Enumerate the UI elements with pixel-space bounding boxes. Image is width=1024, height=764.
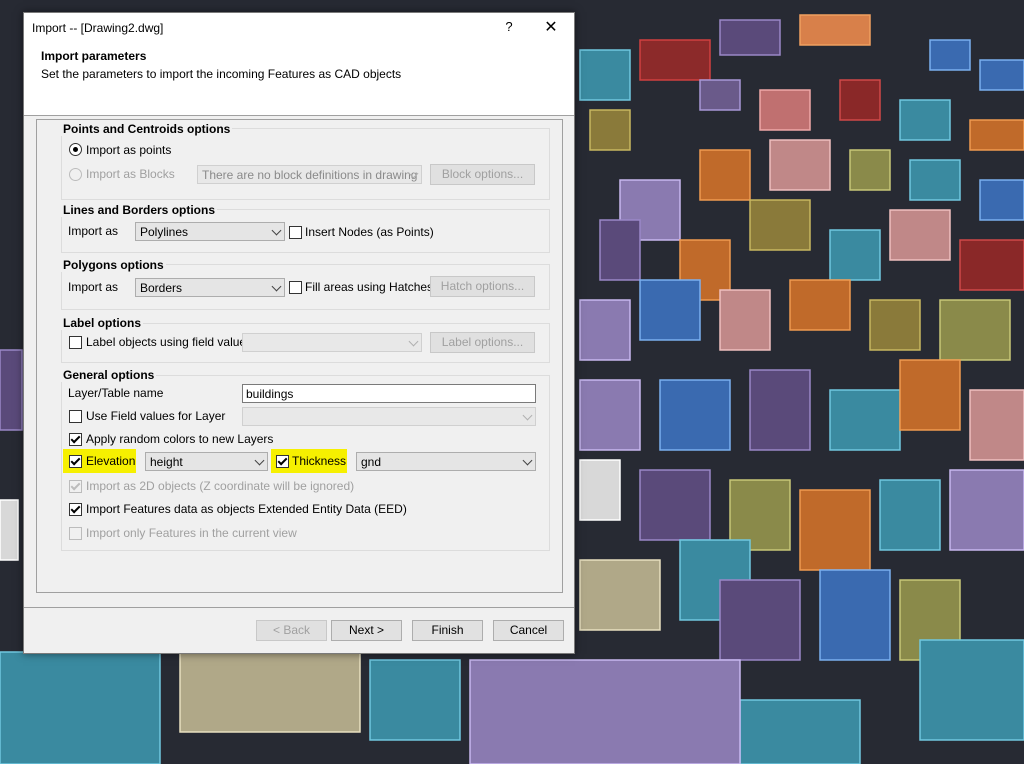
import-current-view-checkbox[interactable] [69, 527, 82, 540]
label-objects-checkbox[interactable] [69, 336, 82, 349]
chevron-down-icon [254, 455, 265, 466]
elevation-field-value: height [150, 455, 183, 469]
lines-import-as-select[interactable]: Polylines [135, 222, 285, 241]
label-options-button[interactable]: Label options... [430, 332, 535, 353]
hatch-options-button[interactable]: Hatch options... [430, 276, 535, 297]
use-field-values-checkbox[interactable] [69, 410, 82, 423]
general-group-title: General options [61, 368, 157, 382]
import-as-points-radio[interactable] [69, 143, 82, 156]
block-options-button[interactable]: Block options... [430, 164, 535, 185]
points-group-title: Points and Centroids options [61, 122, 233, 136]
elevation-label[interactable]: Elevation [86, 454, 135, 468]
thickness-checkbox[interactable] [276, 455, 289, 468]
chevron-down-icon [271, 225, 282, 236]
label-field-select[interactable] [242, 333, 422, 352]
chevron-down-icon [522, 410, 533, 421]
fill-areas-label[interactable]: Fill areas using Hatches [305, 280, 433, 294]
polygons-import-as-select[interactable]: Borders [135, 278, 285, 297]
lines-import-as-value: Polylines [140, 225, 189, 239]
lines-group-title: Lines and Borders options [61, 203, 218, 217]
finish-button[interactable]: Finish [412, 620, 483, 641]
thickness-field-select[interactable]: gnd [356, 452, 536, 471]
footer-divider [24, 607, 574, 608]
labels-group-title: Label options [61, 316, 143, 330]
window-title: Import -- [Drawing2.dwg] [32, 21, 164, 35]
insert-nodes-label[interactable]: Insert Nodes (as Points) [305, 225, 434, 239]
back-button[interactable]: < Back [256, 620, 327, 641]
header-title: Import parameters [41, 49, 147, 63]
import-2d-label[interactable]: Import as 2D objects (Z coordinate will … [86, 479, 354, 493]
title-bar: Import -- [Drawing2.dwg] ? ✕ [24, 13, 574, 43]
help-button[interactable]: ? [494, 19, 524, 34]
layer-field-select[interactable] [242, 407, 536, 426]
layer-name-label: Layer/Table name [68, 386, 164, 400]
insert-nodes-checkbox[interactable] [289, 226, 302, 239]
label-objects-label[interactable]: Label objects using field value [86, 335, 246, 349]
dialog-header: Import parameters Set the parameters to … [24, 43, 574, 116]
chevron-down-icon [408, 336, 419, 347]
thickness-field-value: gnd [361, 455, 382, 469]
layer-name-input[interactable]: buildings [242, 384, 536, 403]
fill-areas-checkbox[interactable] [289, 281, 302, 294]
elevation-checkbox[interactable] [69, 455, 82, 468]
elevation-field-select[interactable]: height [145, 452, 268, 471]
import-as-points-label[interactable]: Import as points [86, 143, 171, 157]
random-colors-checkbox[interactable] [69, 433, 82, 446]
polygons-import-as-label: Import as [68, 280, 119, 294]
options-panel: Points and Centroids options Import as p… [36, 119, 563, 593]
random-colors-label[interactable]: Apply random colors to new Layers [86, 432, 273, 446]
lines-import-as-label: Import as [68, 224, 119, 238]
cancel-button[interactable]: Cancel [493, 620, 564, 641]
import-as-blocks-label[interactable]: Import as Blocks [86, 167, 175, 181]
import-eed-checkbox[interactable] [69, 503, 82, 516]
chevron-down-icon [271, 281, 282, 292]
thickness-label[interactable]: Thickness [292, 454, 346, 468]
import-dialog: Import -- [Drawing2.dwg] ? ✕ Import para… [23, 12, 575, 654]
polygons-group-title: Polygons options [61, 258, 166, 272]
next-button[interactable]: Next > [331, 620, 402, 641]
close-button[interactable]: ✕ [534, 17, 568, 37]
block-definitions-value: There are no block definitions in drawin… [202, 168, 418, 182]
import-current-view-label[interactable]: Import only Features in the current view [86, 526, 297, 540]
import-2d-checkbox[interactable] [69, 480, 82, 493]
polygons-import-as-value: Borders [140, 281, 183, 295]
import-eed-label[interactable]: Import Features data as objects Extended… [86, 502, 407, 516]
block-definitions-select[interactable]: There are no block definitions in drawin… [197, 165, 422, 184]
header-subtitle: Set the parameters to import the incomin… [41, 67, 402, 81]
chevron-down-icon [522, 455, 533, 466]
import-as-blocks-radio[interactable] [69, 168, 82, 181]
use-field-values-label[interactable]: Use Field values for Layer [86, 409, 225, 423]
